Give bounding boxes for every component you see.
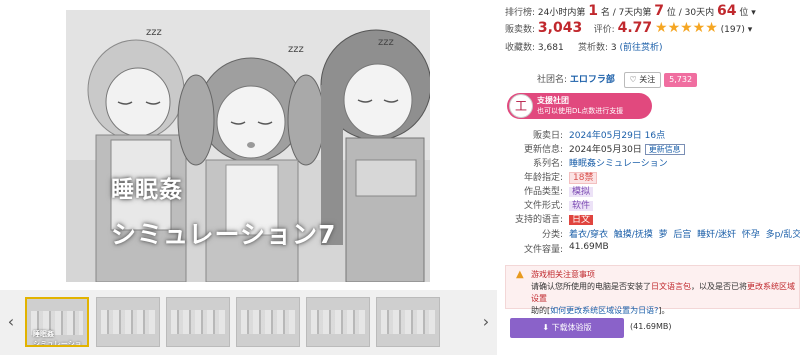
ranking-7d-suffix: 位 / <box>666 8 682 18</box>
format-badge[interactable]: 软件 <box>569 201 594 211</box>
age-label: 年龄指定: <box>523 173 563 183</box>
size-value: 41.69MB <box>569 242 609 252</box>
genre-tag[interactable]: 多p/乱交 <box>766 230 800 240</box>
circle-name-link[interactable]: エロフラ部 <box>570 75 615 85</box>
follow-label: 关注 <box>639 75 656 84</box>
genre-tag[interactable]: 后宫 <box>673 230 691 240</box>
thumbnail-strip: ‹ 睡眠姦シミュレーション7 › <box>0 290 497 355</box>
ranking-24h-suffix: 名 / <box>600 8 616 18</box>
format-label: 文件形式: <box>523 201 563 211</box>
game-notice-box: ▲ 游戏相关注意事项 请确认您所使用的电脑是否安装了日文语言包，以及是否已将更改… <box>505 265 800 315</box>
download-trial-button[interactable]: ⬇ 下载体验版 <box>510 318 624 338</box>
series-value[interactable]: 睡眠姦シミュレーション <box>569 156 668 169</box>
favorites-value: 3,681 <box>537 43 564 53</box>
ranking-7d-value: 7 <box>654 3 665 19</box>
appreciation-link[interactable]: (前往赏析) <box>620 43 663 53</box>
ranking-24h-prefix: 24小时内第 <box>537 8 586 18</box>
follow-button[interactable]: ♡ 关注 <box>623 72 662 88</box>
genre-tag[interactable]: 萝 <box>659 230 668 240</box>
ranking-30d-prefix: 30天内 <box>684 8 715 18</box>
genre-label: 分类: <box>541 230 563 240</box>
notice-title: 游戏相关注意事项 <box>531 270 595 279</box>
help-locale-link[interactable]: 如何更改系统区域设置为日语? <box>550 306 658 315</box>
prev-arrow-icon[interactable]: ‹ <box>3 312 19 331</box>
warning-icon: ▲ <box>516 269 524 280</box>
genre-tag[interactable]: 着衣/穿衣 <box>569 230 608 240</box>
appreciation-label: 赏析数: <box>578 43 609 53</box>
genre-tag[interactable]: 睡奸/迷奸 <box>697 230 736 240</box>
rating-stars-icon: ★★★★★ <box>655 20 718 36</box>
type-label: 作品类型: <box>523 187 563 197</box>
language-label: 支持的语言: <box>514 215 563 225</box>
support-title: 支援社团 <box>537 96 569 105</box>
rating-label: 评价: <box>593 25 615 35</box>
update-value: 2024年05月30日 <box>569 145 642 155</box>
ranking-label: 排行榜: <box>505 8 536 18</box>
thumbnail-item[interactable]: 睡眠姦シミュレーション7 <box>25 297 89 347</box>
ranking-row: 排行榜: 24小时内第 1 名 / 7天内第 7 位 / 30天内 64 位 ▾ <box>505 3 756 19</box>
genre-tag[interactable]: 怀孕 <box>742 230 760 240</box>
ranking-dropdown-icon[interactable]: ▾ <box>751 8 756 18</box>
rating-count[interactable]: (197) <box>721 25 745 35</box>
update-label: 更新信息: <box>523 145 563 155</box>
genre-tag[interactable]: 触摸/抚摸 <box>614 230 653 240</box>
circle-label: 社团名: <box>537 75 568 85</box>
age-rating-badge[interactable]: 18禁 <box>569 172 598 184</box>
cover-title-line2: シミュレーション7 <box>111 220 337 249</box>
ranking-24h-value: 1 <box>588 3 598 19</box>
follower-count: 5,732 <box>664 73 698 87</box>
ranking-7d-prefix: 7天内第 <box>618 8 652 18</box>
sales-rating-row: 贩卖数: 3,043 评价: 4.77 ★★★★★ (197) ▾ <box>505 20 752 36</box>
download-label: 下载体验版 <box>551 323 592 332</box>
language-badge[interactable]: 日文 <box>569 215 594 225</box>
rating-dropdown-icon[interactable]: ▾ <box>748 25 753 35</box>
circle-row: 社团名: エロフラ部 ♡ 关注 5,732 <box>537 72 698 88</box>
ranking-30d-suffix: 位 <box>739 8 749 18</box>
circle-logo-icon: 工 <box>509 94 533 118</box>
product-info-panel: 排行榜: 24小时内第 1 名 / 7天内第 7 位 / 30天内 64 位 ▾… <box>505 0 800 355</box>
download-size: (41.69MB) <box>630 322 672 331</box>
product-gallery: zzz zzz zzz 睡眠姦 シミュレーション7 ‹ 睡眠姦シミュレーション7… <box>0 0 497 355</box>
thumbnail-item[interactable] <box>166 297 230 347</box>
update-info-tag[interactable]: 更新信息 <box>644 144 685 155</box>
favorites-row: 收藏数: 3,681 赏析数: 3 (前往赏析) <box>505 40 663 53</box>
jp-language-pack-link[interactable]: 日文语言包 <box>651 282 691 291</box>
release-value[interactable]: 2024年05月29日 16点 <box>569 128 665 141</box>
thumbnail-label: 睡眠姦シミュレーション7 <box>33 330 82 347</box>
size-label: 文件容量: <box>523 245 563 255</box>
support-circle-button[interactable]: 工 支援社团 也可以使用DL点数进行支援 <box>507 93 652 119</box>
zzz-label: zzz <box>378 37 394 48</box>
ranking-30d-value: 64 <box>717 3 737 19</box>
thumbnail-item[interactable] <box>236 297 300 347</box>
cover-title-line1: 睡眠姦 <box>111 177 183 203</box>
main-cover-image[interactable]: zzz zzz zzz 睡眠姦 シミュレーション7 <box>66 10 430 282</box>
release-label: 贩卖日: <box>532 131 563 141</box>
heart-icon: ♡ <box>629 75 637 84</box>
thumbnail-item[interactable] <box>306 297 370 347</box>
sales-value: 3,043 <box>537 20 583 36</box>
support-subtitle: 也可以使用DL点数进行支援 <box>537 107 624 115</box>
thumbnail-item[interactable] <box>96 297 160 347</box>
download-icon: ⬇ <box>542 323 550 332</box>
zzz-label: zzz <box>288 44 304 55</box>
series-label: 系列名: <box>532 159 563 169</box>
thumbnail-item[interactable] <box>376 297 440 347</box>
rating-value: 4.77 <box>617 20 653 36</box>
type-badge[interactable]: 模拟 <box>569 187 594 197</box>
next-arrow-icon[interactable]: › <box>478 312 494 331</box>
zzz-label: zzz <box>146 27 162 38</box>
notice-text: 请确认您所使用的电脑是否安装了日文语言包，以及是否已将更改系统区域设置 助的[如… <box>531 282 795 315</box>
sales-label: 贩卖数: <box>505 25 536 35</box>
appreciation-value: 3 <box>610 43 617 53</box>
favorites-label: 收藏数: <box>505 43 536 53</box>
